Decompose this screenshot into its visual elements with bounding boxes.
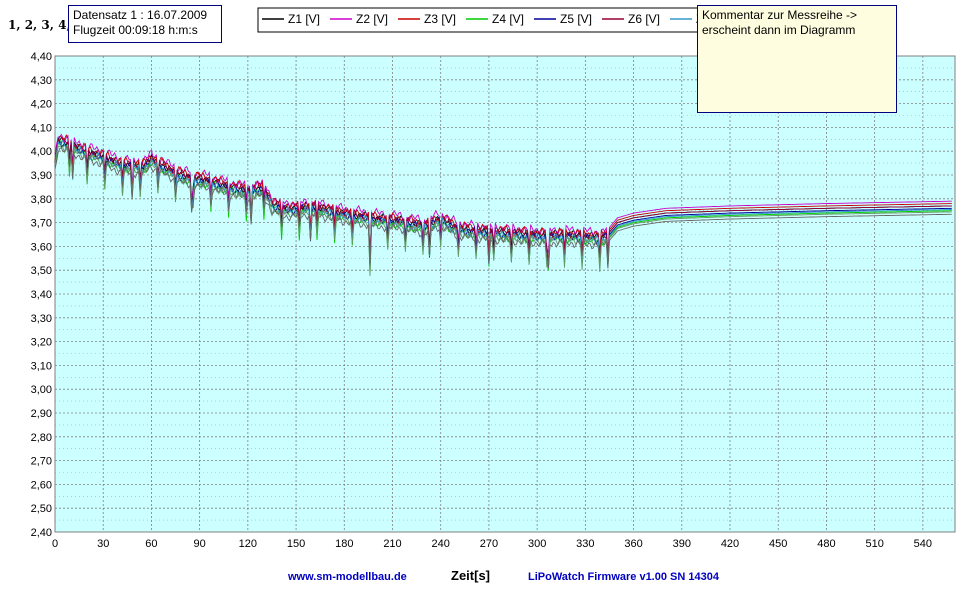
x-tick-label: 0 — [52, 538, 58, 550]
flight-time: Flugzeit 00:09:18 h:m:s — [73, 23, 198, 37]
y-tick-label: 3,90 — [31, 170, 52, 182]
x-tick-label: 120 — [239, 538, 257, 550]
legend-entry-label: Z2 [V] — [356, 12, 388, 26]
dataset-info-box: Datensatz 1 : 16.07.2009 Flugzeit 00:09:… — [68, 5, 222, 43]
y-tick-label: 4,10 — [31, 122, 52, 134]
y-tick-label: 2,70 — [31, 456, 52, 468]
firmware-label: LiPoWatch Firmware v1.00 SN 14304 — [528, 571, 719, 583]
x-tick-label: 480 — [817, 538, 835, 550]
y-tick-label: 3,20 — [31, 337, 52, 349]
x-tick-label: 240 — [432, 538, 450, 550]
y-tick-labels: 2,40 2,50 2,60 2,70 2,80 2,90 3,00 3,10 3,20 3,30… — [31, 51, 52, 539]
dataset-date: Datensatz 1 : 16.07.2009 — [73, 8, 208, 22]
y-tick-label: 2,50 — [31, 503, 52, 515]
y-tick-label: 4,40 — [31, 51, 52, 63]
x-tick-label: 450 — [769, 538, 787, 550]
y-tick-label: 3,30 — [31, 313, 52, 325]
y-tick-label: 3,50 — [31, 265, 52, 277]
y-tick-label: 4,20 — [31, 99, 52, 111]
comment-line-2: erscheint dann im Diagramm — [702, 23, 856, 37]
x-tick-label: 300 — [528, 538, 546, 550]
x-tick-label: 390 — [673, 538, 691, 550]
y-tick-label: 3,60 — [31, 241, 52, 253]
y-tick-label: 3,00 — [31, 384, 52, 396]
x-tick-label: 510 — [865, 538, 883, 550]
y-tick-label: 3,80 — [31, 194, 52, 206]
comment-line-1: Kommentar zur Messreihe -> — [702, 8, 858, 22]
legend-entry-label: Z1 [V] — [288, 12, 320, 26]
legend-entry-label: Z4 [V] — [492, 12, 524, 26]
x-tick-label: 330 — [576, 538, 594, 550]
x-tick-label: 30 — [97, 538, 109, 550]
comment-box: Kommentar zur Messreihe -> erscheint dan… — [697, 5, 897, 113]
x-tick-label: 210 — [383, 538, 401, 550]
y-tick-label: 2,90 — [31, 408, 52, 420]
legend-entry-label: Z3 [V] — [424, 12, 456, 26]
y-tick-label: 2,60 — [31, 479, 52, 491]
x-tick-label: 420 — [721, 538, 739, 550]
website-link[interactable]: www.sm-modellbau.de — [288, 571, 407, 583]
x-tick-label: 360 — [624, 538, 642, 550]
x-axis-title: Zeit[s] — [451, 568, 490, 583]
y-tick-label: 3,10 — [31, 360, 52, 372]
legend: Z1 [V]Z2 [V]Z3 [V]Z4 [V]Z5 [V]Z6 [V]Z7 [… — [257, 7, 728, 33]
y-tick-label: 3,40 — [31, 289, 52, 301]
y-tick-label: 3,70 — [31, 218, 52, 230]
x-tick-label: 150 — [287, 538, 305, 550]
x-tick-label: 270 — [480, 538, 498, 550]
x-tick-label: 540 — [914, 538, 932, 550]
x-tick-label: 180 — [335, 538, 353, 550]
x-tick-labels: 0 30 60 90 120 150 180 210 240 270 300 330 360 390 420… — [52, 538, 932, 550]
y-tick-label: 2,40 — [31, 527, 52, 539]
legend-entry-label: Z5 [V] — [560, 12, 592, 26]
legend-entry-label: Z6 [V] — [628, 12, 660, 26]
y-tick-label: 4,30 — [31, 75, 52, 87]
y-tick-label: 2,80 — [31, 432, 52, 444]
x-tick-label: 60 — [145, 538, 157, 550]
x-tick-label: 90 — [194, 538, 206, 550]
y-tick-label: 4,00 — [31, 146, 52, 158]
